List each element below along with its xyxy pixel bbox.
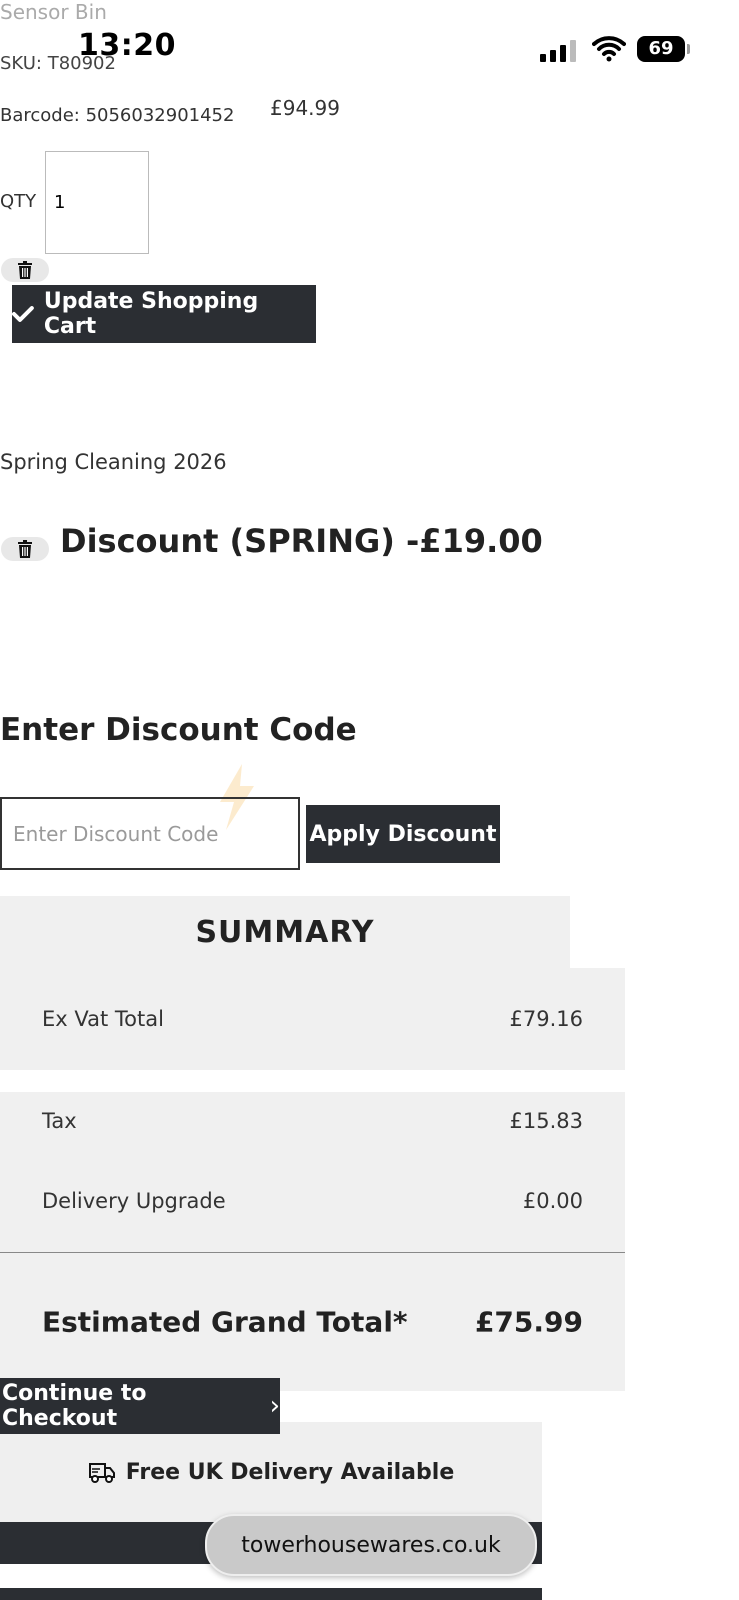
discount-line: Discount (SPRING) -£19.00 (60, 522, 543, 560)
summary-row-value: £0.00 (522, 1189, 583, 1213)
qty-label: QTY (0, 191, 37, 212)
promotion-name: Spring Cleaning 2026 (0, 450, 227, 474)
signal-icon (540, 38, 580, 62)
grand-total-label: Estimated Grand Total* (42, 1305, 408, 1339)
battery-icon: 69 (637, 36, 685, 62)
checkout-label: Continue to Checkout (2, 1381, 147, 1431)
product-barcode: Barcode: 5056032901452 (0, 105, 235, 126)
footer-bar-2 (0, 1588, 542, 1600)
grand-total-row: Estimated Grand Total* £75.99 (0, 1253, 625, 1391)
summary-row-value: £15.83 (509, 1109, 583, 1133)
check-icon (12, 306, 34, 322)
discount-code-title: Enter Discount Code (0, 712, 357, 748)
qty-input[interactable] (45, 151, 149, 254)
battery-tip (687, 44, 690, 54)
discount-code-input[interactable] (0, 797, 300, 870)
product-sku: SKU: T80902 (0, 53, 116, 74)
delivery-banner: Free UK Delivery Available (0, 1422, 542, 1522)
chevron-right-icon: › (269, 1391, 280, 1421)
update-cart-button[interactable]: Update Shopping Cart (12, 285, 316, 343)
product-name: Sensor Bin (0, 0, 107, 24)
apply-discount-button[interactable]: Apply Discount (306, 805, 500, 863)
summary-row: Delivery Upgrade £0.00 (0, 1150, 625, 1253)
delivery-label: Free UK Delivery Available (125, 1459, 455, 1485)
summary-title: SUMMARY (0, 896, 570, 969)
summary-row-label: Delivery Upgrade (42, 1189, 226, 1213)
summary-row: Ex Vat Total £79.16 (0, 968, 625, 1070)
summary-row-label: Tax (42, 1109, 77, 1133)
remove-item-button[interactable] (1, 258, 49, 282)
product-price: £94.99 (270, 96, 340, 120)
summary-row: Tax £15.83 (0, 1092, 625, 1151)
trash-icon (18, 261, 32, 279)
truck-icon (88, 1463, 115, 1483)
summary-row-label: Ex Vat Total (42, 1007, 164, 1031)
browser-url-bar[interactable]: towerhousewares.co.uk (205, 1514, 537, 1576)
update-cart-label: Update Shopping Cart (43, 289, 259, 339)
wifi-icon (592, 34, 626, 62)
summary-row-value: £79.16 (509, 1007, 583, 1031)
grand-total-value: £75.99 (474, 1305, 583, 1339)
remove-discount-button[interactable] (1, 537, 49, 561)
trash-icon (18, 540, 32, 558)
continue-checkout-button[interactable]: Continue to Checkout › (0, 1378, 280, 1434)
